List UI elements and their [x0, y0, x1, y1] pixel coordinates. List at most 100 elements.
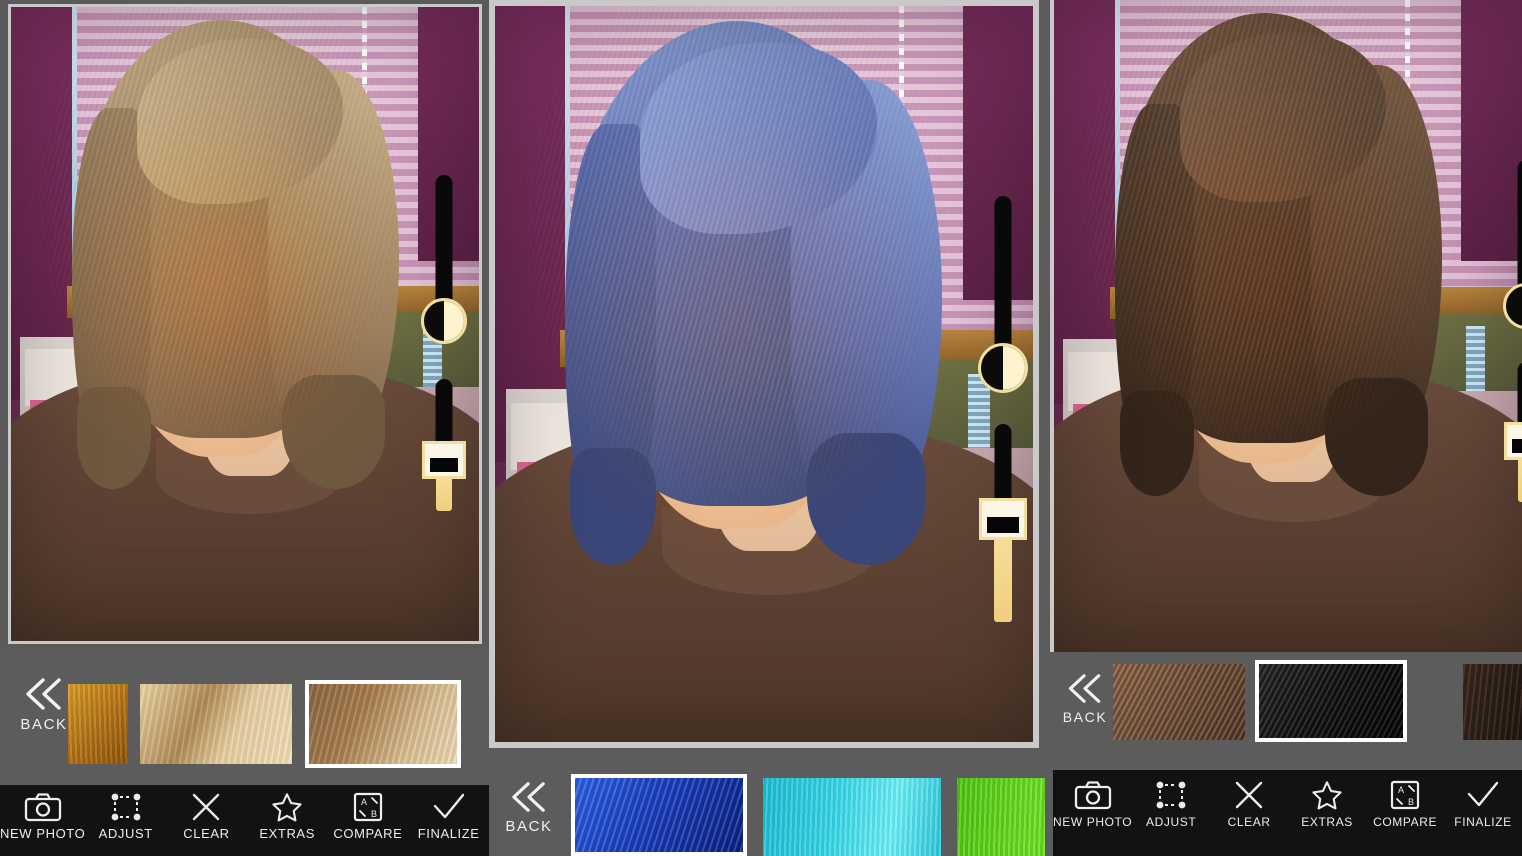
swatch-royal-blue[interactable]	[571, 774, 747, 856]
brush-size-slider[interactable]	[422, 379, 466, 511]
swatch-strand-texture	[575, 778, 743, 852]
swatch-strand-texture	[1463, 664, 1522, 740]
swatch-tray: BACK	[0, 648, 489, 785]
brunette-result-panel: BACK NEW PHOTO ADJUST CLEAR EXTRAS A B C…	[1045, 0, 1522, 856]
back-button-label: BACK	[505, 818, 553, 835]
opacity-slider[interactable]	[978, 196, 1028, 406]
checkmark-icon	[433, 793, 464, 819]
svg-text:A: A	[1398, 785, 1404, 795]
tool-extras[interactable]: EXTRAS	[1288, 780, 1366, 829]
photo-preview-blue[interactable]	[489, 0, 1039, 748]
tool-new-photo[interactable]: NEW PHOTO	[1053, 780, 1132, 829]
back-button-label: BACK	[1062, 709, 1108, 725]
brush-icon	[422, 441, 466, 479]
adjust-crop-icon	[111, 793, 141, 821]
swatch-strand-texture	[309, 684, 457, 764]
tool-adjust[interactable]: ADJUST	[85, 792, 166, 841]
adjust-crop-icon	[1156, 781, 1186, 809]
bottom-toolbar: NEW PHOTO ADJUST CLEAR EXTRAS A B COMPAR…	[0, 785, 489, 856]
tool-compare[interactable]: A B COMPARE	[328, 792, 409, 841]
back-button-label: BACK	[20, 716, 68, 733]
tool-clear[interactable]: CLEAR	[166, 792, 247, 841]
app-screenshot: BACK NEW PHOTO ADJUST CLEAR EXTRAS A B C…	[0, 0, 1522, 856]
brush-band	[1511, 439, 1522, 454]
brush-size-slider[interactable]	[1504, 362, 1522, 502]
tool-label: EXTRAS	[259, 826, 315, 841]
double-chevron-left-icon	[1068, 674, 1101, 703]
x-close-icon	[193, 793, 220, 821]
half-circle-icon	[1003, 346, 1025, 390]
tool-finalize[interactable]: FINALIZE	[1444, 780, 1522, 829]
swatch-dark-espresso[interactable]	[1463, 664, 1522, 740]
svg-text:B: B	[371, 809, 377, 819]
swatch-lime-green[interactable]	[957, 778, 1045, 856]
brush-handle	[1518, 458, 1522, 502]
brush-band	[987, 516, 1019, 533]
tool-extras[interactable]: EXTRAS	[247, 792, 328, 841]
swatch-turquoise[interactable]	[763, 778, 941, 856]
opacity-slider-knob[interactable]	[421, 298, 467, 344]
vignette	[11, 7, 479, 641]
swatch-tray: BACK	[1045, 652, 1522, 770]
opacity-slider[interactable]	[1503, 160, 1522, 340]
tool-label: ADJUST	[98, 826, 153, 841]
tool-new-photo[interactable]: NEW PHOTO	[0, 792, 85, 841]
swatch-strand-texture	[68, 684, 128, 764]
room-background	[1054, 0, 1522, 652]
swatch-light-blonde[interactable]	[140, 684, 292, 764]
swatch-strand-texture	[957, 778, 1045, 856]
tool-label: EXTRAS	[1301, 815, 1353, 829]
x-close-icon	[1235, 781, 1263, 809]
back-button[interactable]: BACK	[497, 780, 561, 835]
tool-label: ADJUST	[1146, 815, 1197, 829]
star-icon	[1312, 781, 1342, 810]
tool-label: COMPARE	[1373, 815, 1438, 829]
room-background	[11, 7, 479, 641]
vignette	[495, 6, 1033, 742]
vignette	[1054, 0, 1522, 652]
photo-preview-blonde[interactable]	[8, 4, 482, 644]
brush-handle	[436, 477, 452, 511]
brush-icon	[1504, 422, 1522, 460]
swatch-dark-blonde[interactable]	[305, 680, 461, 768]
star-icon	[272, 793, 302, 822]
photo-preview-brunette[interactable]	[1050, 0, 1522, 652]
swatch-black[interactable]	[1255, 660, 1407, 742]
opacity-slider-knob[interactable]	[978, 343, 1028, 393]
brush-size-slider-knob[interactable]	[1504, 422, 1522, 502]
blue-result-panel: BACK	[489, 0, 1045, 856]
brush-size-slider-knob[interactable]	[979, 498, 1027, 622]
bottom-toolbar: NEW PHOTO ADJUST CLEAR EXTRAS A B COMPAR…	[1053, 770, 1522, 856]
tool-label: COMPARE	[333, 826, 403, 841]
compare-ab-icon: A B	[353, 792, 383, 822]
brush-handle	[994, 538, 1012, 622]
swatch-strand-texture	[1113, 664, 1245, 740]
swatch-strand-texture	[1259, 664, 1403, 738]
brush-band	[429, 458, 459, 473]
tool-label: CLEAR	[183, 826, 230, 841]
tool-clear[interactable]: CLEAR	[1210, 780, 1288, 829]
opacity-slider-knob[interactable]	[1503, 283, 1522, 329]
tool-label: NEW PHOTO	[0, 826, 86, 841]
svg-text:B: B	[1408, 797, 1414, 807]
room-background	[495, 6, 1033, 742]
svg-text:A: A	[361, 797, 367, 807]
back-button[interactable]: BACK	[1053, 672, 1117, 725]
tool-adjust[interactable]: ADJUST	[1132, 780, 1210, 829]
opacity-slider[interactable]	[421, 175, 467, 355]
swatch-golden-copper[interactable]	[68, 684, 128, 764]
tool-label: FINALIZE	[1454, 815, 1512, 829]
swatch-strand-texture	[763, 778, 941, 856]
double-chevron-left-icon	[26, 678, 61, 710]
tool-compare[interactable]: A B COMPARE	[1366, 780, 1444, 829]
swatch-medium-brown[interactable]	[1113, 664, 1245, 740]
tool-finalize[interactable]: FINALIZE	[408, 792, 489, 841]
blonde-result-panel: BACK NEW PHOTO ADJUST CLEAR EXTRAS A B C…	[0, 0, 489, 856]
checkmark-icon	[1467, 781, 1499, 807]
brush-size-slider-knob[interactable]	[422, 441, 466, 511]
brush-size-slider[interactable]	[979, 424, 1027, 624]
tool-label: CLEAR	[1227, 815, 1271, 829]
tool-label: FINALIZE	[417, 826, 480, 841]
half-circle-icon	[444, 301, 464, 341]
swatch-strand-texture	[140, 684, 292, 764]
